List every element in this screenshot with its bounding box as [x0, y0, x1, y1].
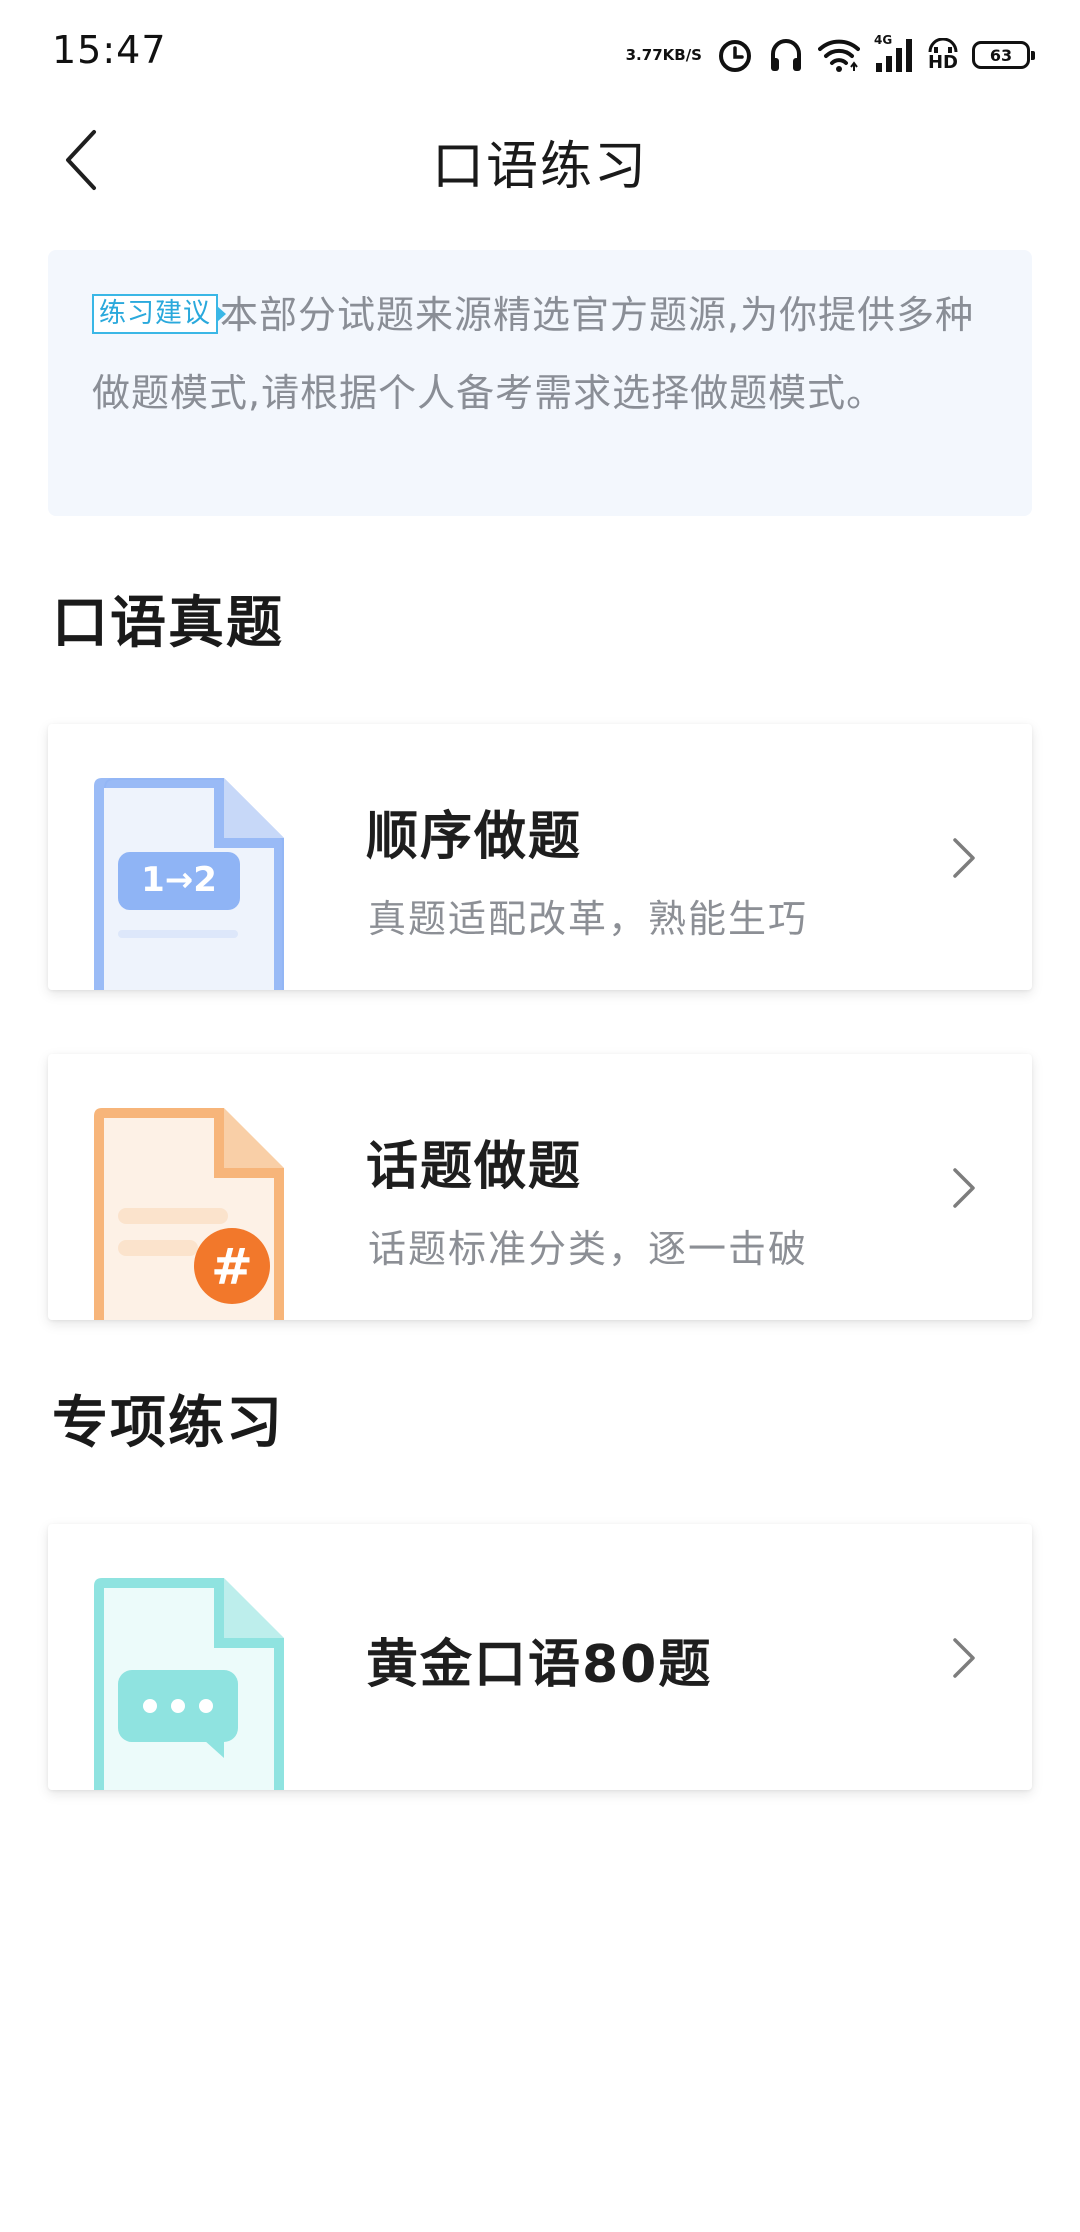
status-time: 15:47: [52, 28, 167, 72]
header-bar: 口语练习: [0, 110, 1080, 210]
chevron-right-icon: [944, 828, 984, 888]
status-icons: 3.77 KB/S 4G HD 63: [626, 30, 1035, 80]
card-title-topic: 话题做题: [366, 1137, 583, 1197]
net-speed: 3.77 KB/S: [626, 47, 702, 63]
card-title-sequential: 顺序做题: [366, 807, 583, 867]
page-title: 口语练习: [431, 137, 648, 197]
net-speed-value: 3.77: [625, 46, 663, 64]
card-topic-practice[interactable]: # 话题做题 话题标准分类，逐一击破: [48, 1054, 1032, 1320]
battery-indicator: 63: [972, 41, 1035, 69]
hash-badge-text: #: [211, 1238, 253, 1296]
section-title-real-exam: 口语真题: [52, 591, 284, 656]
card-title-gold-80: 黄金口语80题: [366, 1635, 713, 1695]
hd-icon: HD: [928, 38, 958, 72]
hd-label: HD: [927, 52, 958, 73]
tip-tag: 练习建议: [92, 294, 226, 334]
status-bar: 15:47 3.77 KB/S 4G HD 63: [0, 0, 1080, 110]
network-type: 4G: [873, 33, 893, 47]
cell-signal-icon: 4G: [874, 33, 914, 73]
card-gold-80[interactable]: 黄金口语80题: [48, 1524, 1032, 1790]
wifi-icon: [817, 37, 860, 73]
chat-doc-icon: [84, 1578, 304, 1790]
sequence-badge-text: 1→2: [141, 860, 217, 900]
net-speed-unit: KB/S: [662, 46, 702, 64]
section-title-special: 专项练习: [52, 1391, 284, 1456]
topic-doc-icon: #: [84, 1108, 304, 1320]
practice-tip-box: 练习建议 本部分试题来源精选官方题源,为你提供多种做题模式,请根据个人备考需求选择…: [48, 250, 1032, 516]
card-subtitle-sequential: 真题适配改革，熟能生巧: [368, 897, 809, 941]
headphones-icon: [768, 36, 804, 74]
chevron-right-icon: [944, 1628, 984, 1688]
alarm-icon: [716, 36, 754, 74]
chevron-right-icon: [944, 1158, 984, 1218]
card-sequential-practice[interactable]: 1→2 顺序做题 真题适配改革，熟能生巧: [48, 724, 1032, 990]
tip-content: 练习建议 本部分试题来源精选官方题源,为你提供多种做题模式,请根据个人备考需求选择…: [92, 276, 992, 432]
card-subtitle-topic: 话题标准分类，逐一击破: [368, 1227, 809, 1271]
sequence-doc-icon: 1→2: [84, 778, 304, 990]
